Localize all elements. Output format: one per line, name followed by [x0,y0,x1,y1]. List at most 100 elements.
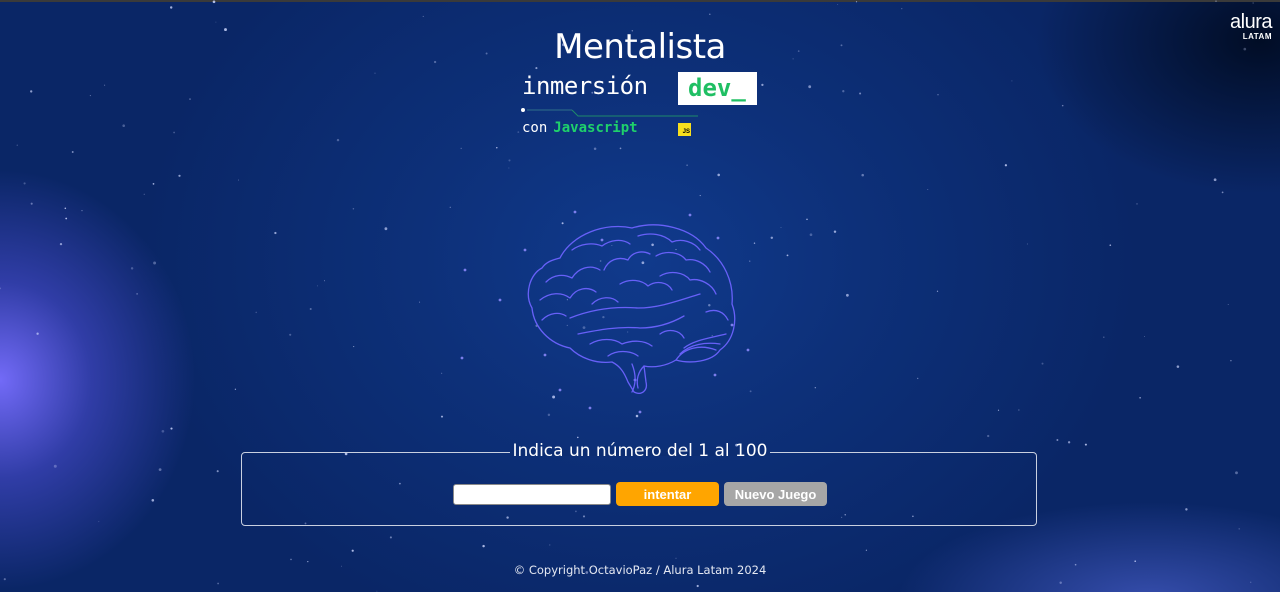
star [573,210,577,214]
star [1067,441,1071,444]
star [846,293,849,297]
star [374,72,376,74]
star [170,427,173,430]
star [215,21,217,23]
con-label: con [522,120,548,136]
star [709,13,711,16]
star [1215,0,1217,2]
star [593,147,597,151]
star [441,372,443,374]
star [1185,508,1188,511]
star [238,179,239,181]
star [997,409,1000,411]
star [389,536,392,539]
star [686,164,688,166]
star [419,301,421,303]
star [1227,304,1229,305]
language-line: con Javascript [522,120,638,136]
star [901,8,903,10]
star [508,159,511,162]
star [352,208,355,210]
star [81,209,83,212]
star [353,346,355,348]
star [178,174,181,177]
star [324,280,325,282]
star [463,268,467,272]
star [30,90,33,93]
star [696,584,699,588]
star [937,94,939,96]
star [65,217,68,220]
star [1004,164,1008,167]
game-legend: Indica un número del 1 al 100 [242,441,1038,461]
star [143,193,145,195]
star [309,307,312,311]
star [749,260,751,262]
star [1139,397,1141,399]
star [98,521,100,523]
star [212,0,216,4]
star [71,151,74,153]
language-label: Javascript [553,120,638,136]
star [151,499,155,502]
star [1059,581,1062,585]
star [482,544,485,548]
subtitle-inmersion: inmersión [522,72,648,100]
number-input[interactable] [453,484,611,505]
star [806,218,808,221]
star [255,311,257,314]
try-button[interactable]: intentar [616,482,719,506]
star [638,410,642,414]
star [36,332,39,335]
star [89,95,91,97]
star [753,242,756,244]
star [1235,471,1238,475]
star [64,207,67,210]
star [842,90,845,93]
star [761,83,764,87]
star [440,415,444,418]
star [717,173,720,177]
star [449,206,451,208]
star [1230,359,1232,362]
star [699,195,701,197]
star [855,1,858,3]
star [1084,443,1087,446]
star [577,436,579,439]
star [809,233,813,237]
star [290,558,292,561]
star [746,348,750,352]
new-game-button[interactable]: Nuevo Juego [724,482,827,506]
star [16,144,18,146]
decorative-underline [521,108,698,117]
star [1061,104,1064,107]
star [786,254,789,257]
star [122,124,125,127]
star [1041,362,1044,365]
star [158,468,162,471]
star [0,287,2,290]
star [1252,2,1254,4]
star [1109,244,1112,247]
star [460,147,462,150]
star [289,333,292,336]
star [547,413,551,417]
star [987,434,990,438]
star [1056,439,1059,441]
star [1134,560,1137,563]
star [814,387,816,389]
star [130,267,134,270]
star [1250,581,1252,583]
star [770,236,774,240]
star [517,131,520,133]
star [161,429,165,433]
star [460,356,464,360]
star [1238,528,1240,530]
star [3,578,6,581]
star [422,15,424,17]
star [152,183,155,185]
star [498,298,502,302]
star [861,173,864,177]
star [496,147,498,149]
brain-icon [527,224,736,394]
